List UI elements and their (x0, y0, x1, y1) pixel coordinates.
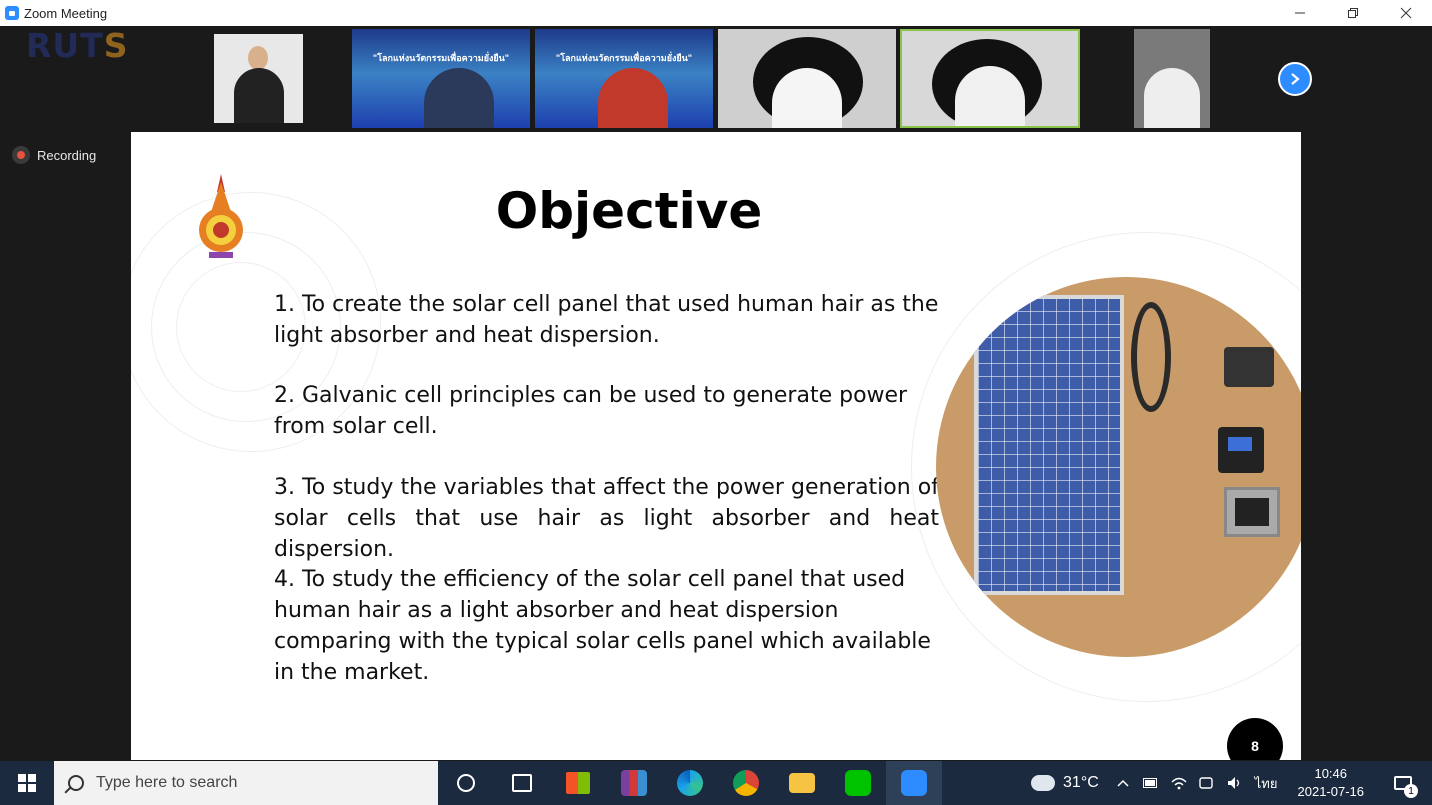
chevron-right-icon (1291, 73, 1300, 85)
participant-video-6[interactable] (1134, 29, 1210, 128)
taskbar-app-chrome[interactable] (718, 761, 774, 805)
minimize-button[interactable] (1273, 0, 1326, 26)
participant-video-2[interactable]: "โลกแห่งนวัตกรรมเพื่อความยั่งยืน" (352, 29, 530, 128)
chevron-up-icon[interactable] (1115, 776, 1131, 790)
taskbar-app-line[interactable] (830, 761, 886, 805)
objective-item-2: 2. Galvanic cell principles can be used … (274, 383, 908, 439)
virtual-background-banner: "โลกแห่งนวัตกรรมเพื่อความยั่งยืน" (555, 53, 693, 63)
system-tray: 31°C ไทย 10:46 2021-07-16 1 (1031, 761, 1432, 805)
ruts-watermark-logo: RUTS (26, 26, 129, 65)
input-language-indicator[interactable]: ไทย (1255, 773, 1278, 794)
edge-icon (677, 770, 703, 796)
windows-taskbar: 31°C ไทย 10:46 2021-07-16 1 (0, 761, 1432, 805)
close-button[interactable] (1379, 0, 1432, 26)
window-controls (1273, 0, 1432, 26)
recording-label: Recording (37, 147, 97, 163)
notification-center-button[interactable]: 1 (1388, 768, 1418, 798)
participant-video-3[interactable]: "โลกแห่งนวัตกรรมเพื่อความยั่งยืน" (535, 29, 713, 128)
window-titlebar: Zoom Meeting (0, 0, 1432, 26)
taskbar-app-store[interactable] (550, 761, 606, 805)
cortana-icon (457, 774, 475, 792)
participant-gallery: RUTS "โลกแห่งนวัตกรรมเพื่อความยั่งยืน" "… (0, 26, 1432, 132)
virtual-background-banner: "โลกแห่งนวัตกรรมเพื่อความยั่งยืน" (372, 53, 510, 63)
shared-slide: Objective 1. To create the solar cell pa… (131, 132, 1301, 760)
taskbar-app-winrar[interactable] (606, 761, 662, 805)
objective-item-1: 1. To create the solar cell panel that u… (274, 292, 939, 348)
windows-logo-icon (18, 774, 36, 792)
folder-icon (789, 773, 815, 793)
solar-panel (974, 295, 1124, 595)
participant-silhouette (597, 68, 668, 128)
slide-page-number: 8 (1227, 718, 1283, 760)
objective-item-4: 4. To study the efficiency of the solar … (274, 567, 931, 685)
search-icon (68, 775, 84, 791)
record-icon (12, 146, 30, 164)
restore-icon (1347, 8, 1358, 18)
battery-box (1224, 347, 1274, 387)
speaker-icon[interactable] (1227, 776, 1243, 790)
taskbar-app-zoom[interactable] (886, 761, 942, 805)
clock-date: 2021-07-16 (1297, 784, 1365, 799)
line-icon (845, 770, 871, 796)
charge-controller (1218, 427, 1264, 473)
objective-item-3: 3. To study the variables that affect th… (274, 475, 939, 562)
participant-head (248, 46, 268, 70)
participant-video-1[interactable] (214, 34, 303, 123)
cortana-button[interactable] (438, 761, 494, 805)
participant-silhouette (1144, 68, 1200, 128)
slide-title: Objective (495, 182, 763, 240)
solar-panel-kit-photo (936, 277, 1301, 657)
minimize-icon (1294, 12, 1305, 14)
led-floodlight (1224, 487, 1280, 537)
start-button[interactable] (0, 761, 54, 805)
cable-coil (1131, 302, 1171, 412)
task-view-button[interactable] (494, 761, 550, 805)
participant-video-4[interactable] (718, 29, 896, 128)
clock-time: 10:46 (1314, 766, 1348, 781)
weather-cloud-icon[interactable] (1031, 775, 1056, 791)
close-icon (1400, 7, 1411, 19)
next-gallery-page-button[interactable] (1278, 62, 1312, 96)
participant-silhouette (423, 68, 494, 128)
participant-silhouette (233, 68, 284, 123)
taskbar-app-file-explorer[interactable] (774, 761, 830, 805)
restore-button[interactable] (1326, 0, 1379, 26)
taskbar-search-input[interactable] (96, 774, 396, 792)
winrar-icon (621, 770, 647, 796)
meet-now-icon[interactable] (1199, 776, 1215, 790)
taskbar-search[interactable] (54, 761, 438, 805)
participant-video-active-speaker[interactable] (900, 29, 1080, 128)
recording-indicator[interactable]: Recording (12, 146, 96, 164)
wifi-icon[interactable] (1171, 776, 1187, 790)
taskbar-app-edge[interactable] (662, 761, 718, 805)
battery-icon[interactable] (1142, 776, 1159, 790)
zoom-app-icon (5, 6, 19, 20)
chrome-icon (733, 770, 759, 796)
zoom-icon (901, 770, 927, 796)
store-icon (566, 772, 590, 794)
notification-count-badge: 1 (1404, 784, 1418, 798)
window-title: Zoom Meeting (24, 5, 108, 21)
system-clock[interactable]: 10:46 2021-07-16 (1298, 765, 1365, 801)
weather-temperature[interactable]: 31°C (1063, 774, 1099, 792)
task-view-icon (512, 774, 532, 792)
